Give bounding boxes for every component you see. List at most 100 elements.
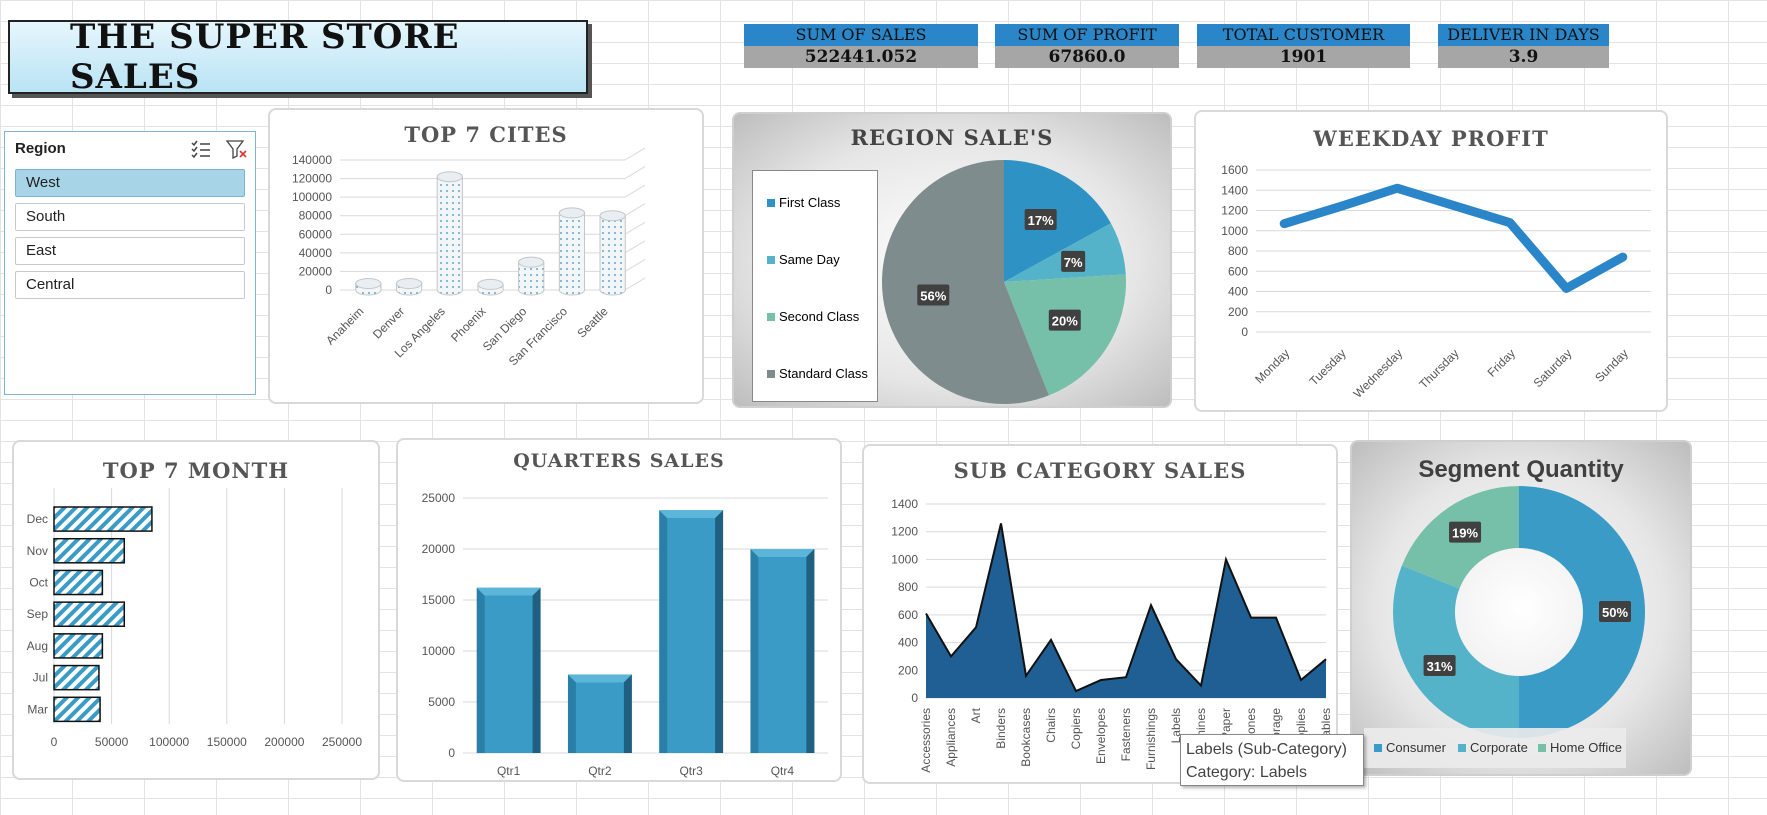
- bar-face: [575, 682, 624, 753]
- bar: [436, 176, 463, 296]
- legend-item: Corporate: [1458, 740, 1528, 755]
- y-tick-label: 80000: [299, 209, 333, 223]
- multi-select-icon[interactable]: [189, 138, 213, 160]
- chart-top-cities: 0 20000 40000 60000 80000 100000 120000 140000 A…: [292, 147, 646, 368]
- x-tick-label: Appliances: [944, 708, 958, 767]
- slicer-item-west[interactable]: West: [15, 169, 245, 197]
- gridline-depth: [624, 147, 646, 161]
- gridline-depth: [624, 258, 646, 272]
- chart-top-cities-card: TOP 7 CITES 0 20000 40000 60000 80000 100000 1…: [268, 108, 704, 404]
- bar-bevel: [623, 674, 632, 753]
- y-tick-label: 25000: [422, 491, 456, 505]
- y-tick-label: 600: [1228, 264, 1248, 278]
- y-tick-label: Oct: [29, 575, 48, 589]
- bar-cap: [355, 278, 382, 289]
- bar: [53, 506, 153, 532]
- segment-legend: Consumer Corporate Home Office: [1364, 728, 1626, 768]
- chart-region-sales-card: REGION SALE'S First Class Same Day Secon…: [732, 112, 1172, 408]
- kpi-sum-of-sales: SUM OF SALES 522441.052: [744, 24, 978, 68]
- y-tick-label: Jul: [33, 671, 48, 685]
- x-tick-label: Binders: [994, 708, 1008, 749]
- x-tick-label: Tuesday: [1307, 346, 1349, 388]
- data-point: [1507, 220, 1512, 225]
- data-label: 56%: [920, 288, 946, 303]
- bar-bevel: [532, 587, 541, 753]
- y-tick-label: 60000: [299, 227, 333, 241]
- slicer-item-central[interactable]: Central: [15, 271, 245, 299]
- y-tick-label: 120000: [292, 172, 332, 186]
- bar-face: [484, 595, 533, 753]
- tooltip-line2: Category: Labels: [1186, 764, 1307, 781]
- bar-bevel: [806, 549, 815, 753]
- chart-weekday-profit-card: WEEKDAY PROFIT 0 200 400 600 800 1000 1200 1400…: [1194, 110, 1668, 412]
- legend-label: Home Office: [1550, 740, 1623, 755]
- chart-quarters-sales: 0 5000 10000 15000 20000 25000 Qtr1 Qtr2 Qtr3 Qtr…: [422, 491, 828, 778]
- kpi-label: TOTAL CUSTOMER: [1197, 24, 1410, 46]
- bar-bevel: [567, 674, 632, 683]
- y-tick-label: 0: [911, 691, 918, 705]
- data-label: 17%: [1028, 213, 1054, 228]
- bar: [53, 569, 104, 596]
- bar-cap: [395, 278, 423, 289]
- x-tick-label: 150000: [207, 735, 247, 749]
- chart-top-months: 0 50000 100000 150000 200000 250000 Dec Nov Oct S…: [27, 488, 362, 749]
- legend-label: Consumer: [1386, 740, 1446, 755]
- x-tick-label: Furnishings: [1144, 708, 1158, 770]
- y-tick-label: 1600: [1221, 163, 1248, 177]
- x-tick-label: Copiers: [1069, 708, 1083, 749]
- y-tick-label: Sep: [27, 607, 49, 621]
- kpi-total-customer: TOTAL CUSTOMER 1901: [1197, 24, 1410, 68]
- kpi-label: SUM OF SALES: [744, 24, 978, 46]
- y-tick-label: 20000: [422, 542, 456, 556]
- x-tick-label: Thursday: [1416, 346, 1461, 391]
- y-tick-label: 1400: [1221, 183, 1248, 197]
- x-tick-label: Qtr2: [588, 764, 612, 778]
- tooltip-line1: Labels (Sub-Category): [1186, 741, 1347, 758]
- kpi-label: DELIVER IN DAYS: [1438, 24, 1609, 46]
- chart-top-months-card: TOP 7 MONTH 0 50000 100000 150000 200000 2500…: [12, 440, 380, 780]
- y-tick-label: 800: [898, 580, 918, 594]
- slicer-item-east[interactable]: East: [15, 237, 245, 265]
- data-label: 50%: [1602, 605, 1628, 620]
- x-tick-label: Qtr1: [497, 764, 521, 778]
- slicer-title: Region: [15, 140, 66, 157]
- bar-bevel: [715, 510, 724, 753]
- bar-face: [667, 518, 716, 753]
- data-label: 31%: [1427, 659, 1453, 674]
- y-tick-label: 40000: [299, 246, 333, 260]
- kpi-value: 522441.052: [744, 46, 978, 68]
- clear-filter-icon[interactable]: [225, 138, 249, 160]
- gridline-depth: [624, 221, 646, 235]
- data-label: 19%: [1452, 526, 1478, 541]
- y-tick-label: 0: [1241, 325, 1248, 339]
- kpi-value: 67860.0: [995, 46, 1179, 68]
- bar: [599, 215, 626, 296]
- legend-item: Home Office: [1538, 740, 1622, 755]
- bar: [53, 633, 104, 659]
- gridline-depth: [624, 166, 646, 180]
- x-tick-label: Chairs: [1044, 708, 1058, 743]
- x-tick-label: Phoenix: [448, 304, 489, 345]
- x-tick-label: Qtr3: [679, 764, 703, 778]
- data-point: [1620, 255, 1625, 260]
- y-tick-label: 0: [325, 283, 332, 297]
- bar-bevel: [659, 510, 724, 519]
- y-tick-label: 200: [898, 663, 918, 677]
- x-tick-label: 50000: [95, 735, 129, 749]
- legend-label: Corporate: [1470, 740, 1528, 755]
- x-tick-label: Bookcases: [1019, 708, 1033, 767]
- dashboard-title-banner: THE SUPER STORE SALES: [8, 17, 588, 97]
- y-tick-label: 400: [1228, 285, 1248, 299]
- y-tick-label: 1000: [1221, 224, 1248, 238]
- bar-cap: [477, 278, 504, 290]
- bar: [53, 696, 101, 723]
- kpi-value: 3.9: [1438, 46, 1609, 68]
- y-tick-label: Mar: [27, 702, 48, 716]
- slicer-item-south[interactable]: South: [15, 203, 245, 231]
- gridline-depth: [624, 240, 646, 254]
- y-tick-label: 20000: [299, 264, 333, 278]
- y-tick-label: 0: [448, 746, 455, 760]
- gridline-depth: [624, 184, 646, 198]
- y-tick-label: 200: [1228, 305, 1248, 319]
- x-tick-label: Envelopes: [1094, 708, 1108, 764]
